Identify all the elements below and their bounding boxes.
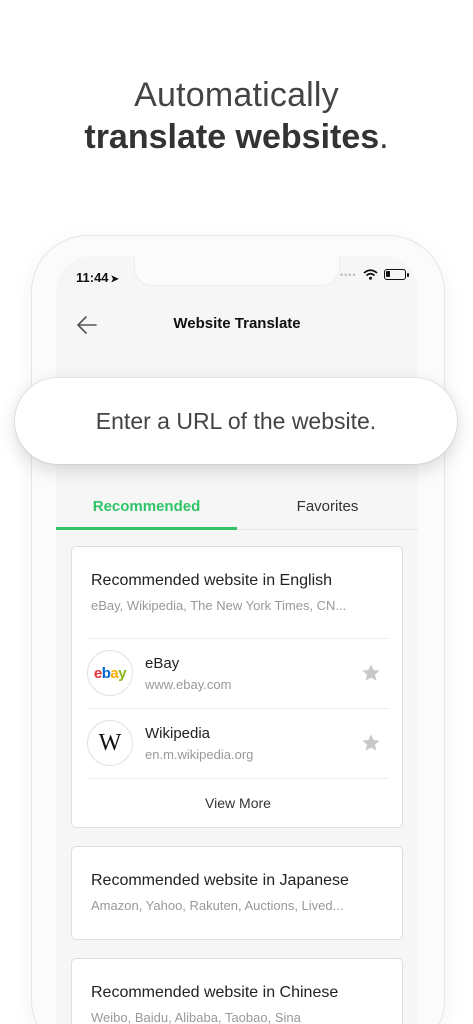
card-title: Recommended website in English [91,572,333,589]
signal-icon: •••• [340,269,357,280]
ebay-logo-e: e [93,664,102,682]
status-bar-time: 11:44 ➤ [76,270,119,285]
ebay-logo-y: y [118,664,127,682]
site-row-ebay[interactable]: ebay eBay www.ebay.com [87,638,389,708]
card-subtitle: Weibo, Baidu, Alibaba, Taobao, Sina [91,1010,301,1024]
location-arrow-icon: ➤ [110,274,119,285]
card-title: Recommended website in Japanese [91,872,349,889]
site-name: Wikipedia [145,725,211,742]
favorite-star-icon[interactable] [361,733,381,753]
site-row-wikipedia[interactable]: W Wikipedia en.m.wikipedia.org [87,708,389,778]
card-subtitle: eBay, Wikipedia, The New York Times, CN.… [91,598,347,613]
site-url: www.ebay.com [145,677,232,692]
ebay-logo: ebay [87,650,133,696]
headline: Automatically translate websites. [0,74,473,158]
headline-period: . [379,118,389,156]
card-subtitle: Amazon, Yahoo, Rakuten, Auctions, Lived.… [91,898,344,913]
phone-notch [134,256,340,286]
headline-bold: translate websites [84,118,380,156]
headline-line-1: Automatically [134,76,339,114]
site-name: eBay [145,655,180,672]
url-input[interactable]: Enter a URL of the website. [15,378,457,464]
tab-bar: Recommended Favorites [56,490,418,530]
back-arrow-icon[interactable] [74,312,100,338]
page-title: Website Translate [173,315,301,332]
wikipedia-logo: W [87,720,133,766]
status-time-text: 11:44 [76,270,109,285]
tab-recommended[interactable]: Recommended [56,490,237,530]
card-english: Recommended website in English eBay, Wik… [71,546,403,828]
tab-favorites[interactable]: Favorites [237,490,418,529]
view-more-button[interactable]: View More [87,778,389,826]
url-input-placeholder: Enter a URL of the website. [95,407,377,434]
headline-line-2: translate websites. [0,116,473,158]
wifi-icon [363,269,378,280]
favorite-star-icon[interactable] [361,663,381,683]
wikipedia-logo-glyph: W [98,729,122,756]
battery-icon [383,269,409,280]
status-bar-icons: •••• [340,269,409,280]
card-title: Recommended website in Chinese [91,984,339,1001]
card-chinese[interactable]: Recommended website in Chinese Weibo, Ba… [71,958,403,1024]
site-url: en.m.wikipedia.org [145,747,254,762]
card-japanese[interactable]: Recommended website in Japanese Amazon, … [71,846,403,940]
